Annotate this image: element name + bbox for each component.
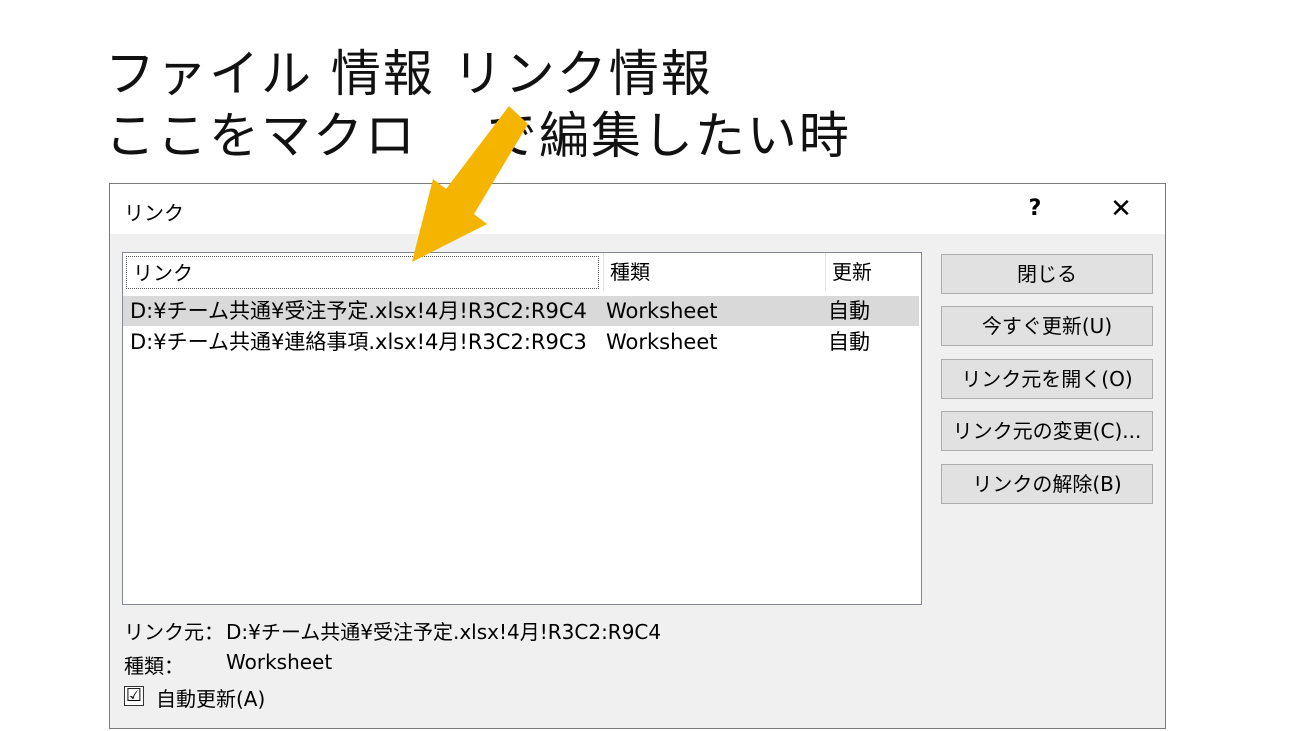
dialog-title: リンク bbox=[124, 201, 184, 225]
type-label: 種類： bbox=[124, 654, 184, 678]
source-value: D:¥チーム共通¥受注予定.xlsx!4月!R3C2:R9C4 bbox=[226, 620, 662, 644]
links-dialog: リンク ? ✕ リンク 種類 更新 D:¥チーム共通¥受注予定.xlsx!4月!… bbox=[109, 183, 1166, 729]
links-list[interactable]: リンク 種類 更新 D:¥チーム共通¥受注予定.xlsx!4月!R3C2:R9C… bbox=[122, 252, 922, 605]
row-link: D:¥チーム共通¥連絡事項.xlsx!4月!R3C2:R9C3 bbox=[130, 330, 587, 354]
dialog-titlebar: リンク ? ✕ bbox=[110, 184, 1165, 234]
auto-update-label[interactable]: 自動更新(A) bbox=[156, 683, 265, 712]
row-type: Worksheet bbox=[606, 330, 718, 354]
break-link-button[interactable]: リンクの解除(B) bbox=[941, 464, 1153, 504]
update-now-button[interactable]: 今すぐ更新(U) bbox=[941, 306, 1153, 346]
caption-line-1: ファイル 情報 リンク情報 bbox=[105, 45, 713, 103]
close-icon[interactable]: ✕ bbox=[1099, 192, 1143, 226]
row-update: 自動 bbox=[828, 330, 870, 354]
type-value: Worksheet bbox=[226, 650, 333, 674]
source-label: リンク元： bbox=[124, 620, 224, 644]
table-row[interactable]: D:¥チーム共通¥受注予定.xlsx!4月!R3C2:R9C4 Workshee… bbox=[123, 296, 919, 326]
column-header-type[interactable]: 種類 bbox=[603, 253, 824, 291]
open-source-button[interactable]: リンク元を開く(O) bbox=[941, 359, 1153, 399]
row-link: D:¥チーム共通¥受注予定.xlsx!4月!R3C2:R9C4 bbox=[130, 299, 587, 323]
caption-line-2: ここをマクロ で編集したい時 bbox=[105, 107, 851, 165]
help-button[interactable]: ? bbox=[1015, 192, 1055, 226]
list-header: リンク 種類 更新 bbox=[123, 253, 921, 293]
row-type: Worksheet bbox=[606, 299, 718, 323]
change-source-button[interactable]: リンク元の変更(C)... bbox=[941, 411, 1153, 451]
column-header-link[interactable]: リンク bbox=[126, 256, 599, 289]
auto-update-checkbox[interactable]: ☑ bbox=[124, 686, 144, 706]
close-button[interactable]: 閉じる bbox=[941, 254, 1153, 294]
row-update: 自動 bbox=[828, 299, 870, 323]
column-header-update[interactable]: 更新 bbox=[825, 253, 919, 291]
table-row[interactable]: D:¥チーム共通¥連絡事項.xlsx!4月!R3C2:R9C3 Workshee… bbox=[123, 327, 919, 357]
